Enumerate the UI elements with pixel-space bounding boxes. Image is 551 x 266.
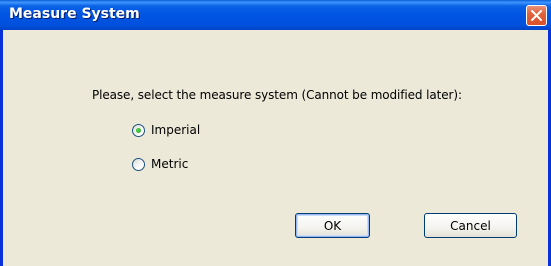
radio-button-imperial[interactable] xyxy=(132,123,145,137)
radio-button-metric[interactable] xyxy=(132,157,145,171)
dialog-body: Please, select the measure system (Canno… xyxy=(3,30,548,266)
radio-label-imperial[interactable]: Imperial xyxy=(151,123,200,137)
radio-option-imperial[interactable]: Imperial xyxy=(132,122,200,138)
measure-system-dialog: Measure System Please, select the measur… xyxy=(0,0,551,266)
ok-button[interactable]: OK xyxy=(295,213,370,238)
radio-selected-indicator xyxy=(136,127,141,133)
window-title: Measure System xyxy=(9,6,140,22)
close-icon xyxy=(531,10,542,21)
radio-label-metric[interactable]: Metric xyxy=(151,157,188,171)
close-button[interactable] xyxy=(526,5,547,26)
cancel-button[interactable]: Cancel xyxy=(424,213,517,238)
radio-option-metric[interactable]: Metric xyxy=(132,156,188,172)
prompt-text: Please, select the measure system (Canno… xyxy=(92,88,462,102)
title-bar[interactable]: Measure System xyxy=(0,0,551,30)
